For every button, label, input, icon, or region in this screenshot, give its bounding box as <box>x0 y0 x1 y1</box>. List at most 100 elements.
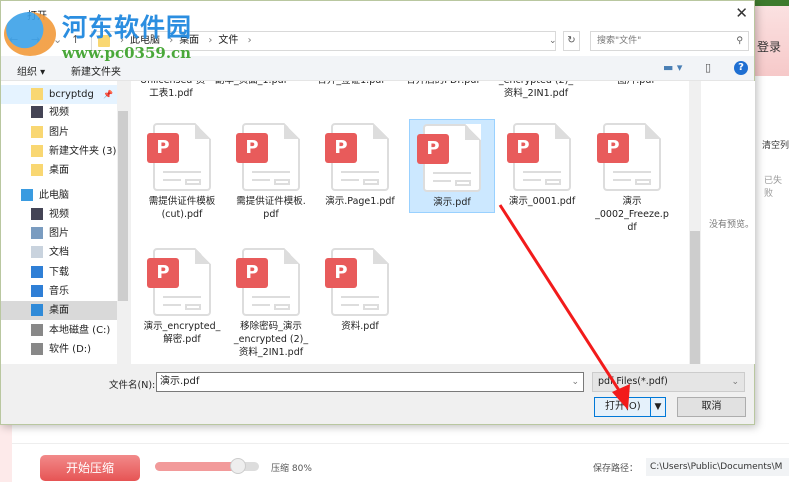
nav-item-label: 下载 <box>49 267 69 278</box>
filename-input[interactable]: 演示.pdf ⌄ <box>156 372 584 392</box>
breadcrumb-item[interactable]: 此电脑 <box>130 35 160 46</box>
search-input[interactable]: 搜索"文件" ⚲ <box>590 31 749 51</box>
nav-item[interactable]: 桌面 <box>1 161 117 180</box>
filename-label: 文件名(N): <box>109 380 156 391</box>
nav-item[interactable]: 下载 <box>1 263 117 282</box>
nav-item[interactable]: 图片 <box>1 224 117 243</box>
recent-dropdown-icon[interactable]: ⌄ <box>53 33 62 46</box>
nav-item[interactable]: 视频 <box>1 103 117 122</box>
nav-item[interactable]: 软件 (D:) <box>1 340 117 359</box>
pdf-file-icon: P <box>507 123 571 191</box>
title-bar: 打开 ✕ <box>1 1 754 28</box>
nav-item[interactable]: 新建文件夹 (3) <box>1 142 117 161</box>
pdf-file-icon: P <box>325 123 389 191</box>
nav-scroll-thumb[interactable] <box>118 111 128 301</box>
file-item[interactable]: P 演示_0001.pdf <box>499 119 585 208</box>
file-item[interactable]: P 需提供证件模板 (cut).pdf <box>139 119 225 221</box>
file-item[interactable]: P 演示_encrypted_ 解密.pdf <box>139 244 225 346</box>
pdf-file-icon: P <box>417 124 481 192</box>
address-dropdown-icon[interactable]: ⌄ <box>549 31 564 51</box>
close-icon[interactable]: ✕ <box>735 4 748 22</box>
file-item[interactable]: P 资料.pdf <box>317 244 403 333</box>
filetype-select[interactable]: pdf Files(*.pdf) ⌄ <box>592 372 745 392</box>
file-item[interactable]: P 演示.pdf <box>409 119 495 213</box>
compression-slider[interactable] <box>155 458 259 474</box>
nav-item[interactable]: 视频 <box>1 205 117 224</box>
back-icon[interactable]: ← <box>9 33 18 46</box>
video-icon <box>31 106 43 118</box>
help-icon[interactable]: ? <box>734 61 748 75</box>
pictures-icon <box>31 227 43 239</box>
file-item-partial[interactable]: 图片.pdf <box>586 81 686 87</box>
file-item-partial[interactable]: 添加密码_演示 _encrypted (2)_ 资料_2IN1.pdf <box>486 81 586 100</box>
open-button[interactable]: 打开(O) ▼ <box>594 397 666 417</box>
open-file-dialog: 打开 ✕ ← → ⌄ ↑ › 此电脑 › 桌面 › 文件 › ⌄ ↻ 搜索"文件" ⚲ … <box>0 0 755 425</box>
breadcrumb[interactable]: › 此电脑 › 桌面 › 文件 › <box>91 31 556 51</box>
nav-item[interactable]: 此电脑 <box>1 186 117 205</box>
file-item-partial[interactable]: 合并_签证1.pdf <box>301 81 401 87</box>
filename-value: 演示.pdf <box>160 376 200 387</box>
nav-item[interactable]: 本地磁盘 (C:) <box>1 321 117 340</box>
new-folder-button[interactable]: 新建文件夹 <box>71 63 121 78</box>
search-icon: ⚲ <box>736 36 743 46</box>
address-row: ← → ⌄ ↑ › 此电脑 › 桌面 › 文件 › ⌄ ↻ 搜索"文件" ⚲ <box>1 28 754 56</box>
filetype-value: pdf Files(*.pdf) <box>598 376 668 387</box>
pdf-file-icon: P <box>325 248 389 316</box>
preview-pane-icon[interactable]: ▯ <box>705 61 711 74</box>
save-path-field[interactable]: C:\Users\Public\Documents\M <box>646 458 789 476</box>
file-name: 移除密码_演示 _encrypted (2)_ 资料_2IN1.pdf <box>233 321 309 358</box>
up-icon[interactable]: ↑ <box>71 33 80 46</box>
open-dropdown-icon[interactable]: ▼ <box>650 398 665 416</box>
nav-item-label: 图片 <box>49 127 69 138</box>
forward-icon[interactable]: → <box>31 33 40 46</box>
toolbar: 组织 ▾ 新建文件夹 ▬ ▾ ▯ ? <box>1 56 754 81</box>
folder-icon <box>31 164 43 176</box>
folder-icon <box>31 88 43 100</box>
file-list: -Unlicensed-员 工表1.pdf副本_页面_1.pdf合并_签证1.p… <box>131 81 701 364</box>
cancel-button[interactable]: 取消 <box>677 397 746 417</box>
breadcrumb-item[interactable]: 文件 <box>218 35 238 46</box>
chevron-down-icon[interactable]: ⌄ <box>571 373 579 391</box>
file-name: 演示 _0002_Freeze.p df <box>595 196 669 233</box>
nav-item-label: 音乐 <box>49 286 69 297</box>
nav-item[interactable]: 桌面 <box>1 301 117 320</box>
dialog-title: 打开 <box>27 11 47 22</box>
start-compress-button[interactable]: 开始压缩 <box>40 455 140 481</box>
download-icon <box>31 266 43 278</box>
file-item-partial[interactable]: 副本_页面_1.pdf <box>201 81 301 87</box>
file-item[interactable]: P 需提供证件模板. pdf <box>228 119 314 221</box>
refresh-icon[interactable]: ↻ <box>563 31 580 51</box>
file-name: 演示_encrypted_ 解密.pdf <box>143 321 221 345</box>
pdf-file-icon: P <box>236 248 300 316</box>
nav-item[interactable]: 文档 <box>1 243 117 262</box>
organize-menu[interactable]: 组织 ▾ <box>17 63 45 78</box>
nav-item[interactable]: bcryptdg 📌 <box>1 85 117 104</box>
file-item-partial[interactable]: 合并后的PDF.pdf <box>393 81 493 87</box>
nav-item-label: 桌面 <box>49 165 69 176</box>
file-scroll-thumb[interactable] <box>690 231 700 364</box>
file-item[interactable]: P 演示 _0002_Freeze.p df <box>589 119 675 234</box>
nav-scrollbar[interactable] <box>117 81 129 364</box>
nav-item-label: 新建文件夹 (3) <box>49 146 117 157</box>
nav-item[interactable]: 图片 <box>1 123 117 142</box>
open-button-label: 打开(O) <box>605 401 641 412</box>
file-item[interactable]: P 移除密码_演示 _encrypted (2)_ 资料_2IN1.pdf <box>228 244 314 359</box>
view-icon[interactable]: ▬ ▾ <box>663 61 682 74</box>
document-icon <box>31 246 43 258</box>
breadcrumb-item[interactable]: 桌面 <box>179 35 199 46</box>
file-item[interactable]: P 演示.Page1.pdf <box>317 119 403 208</box>
file-name: 演示_0001.pdf <box>508 196 576 207</box>
slider-knob[interactable] <box>230 458 247 474</box>
failed-status: 已失败 <box>764 176 783 199</box>
nav-item[interactable]: 音乐 <box>1 282 117 301</box>
nav-item-label: 视频 <box>49 107 69 118</box>
nav-item-label: 此电脑 <box>39 190 69 201</box>
folder-icon <box>31 145 43 157</box>
file-list-scrollbar[interactable] <box>689 81 701 364</box>
nav-item-label: 软件 (D:) <box>49 344 92 355</box>
nav-item-label: 文档 <box>49 247 69 258</box>
file-name: 资料.pdf <box>341 321 379 332</box>
login-link[interactable]: 登录 <box>757 38 781 55</box>
search-placeholder: 搜索"文件" <box>597 36 642 46</box>
clear-list-button[interactable]: 清空列 <box>762 138 789 151</box>
